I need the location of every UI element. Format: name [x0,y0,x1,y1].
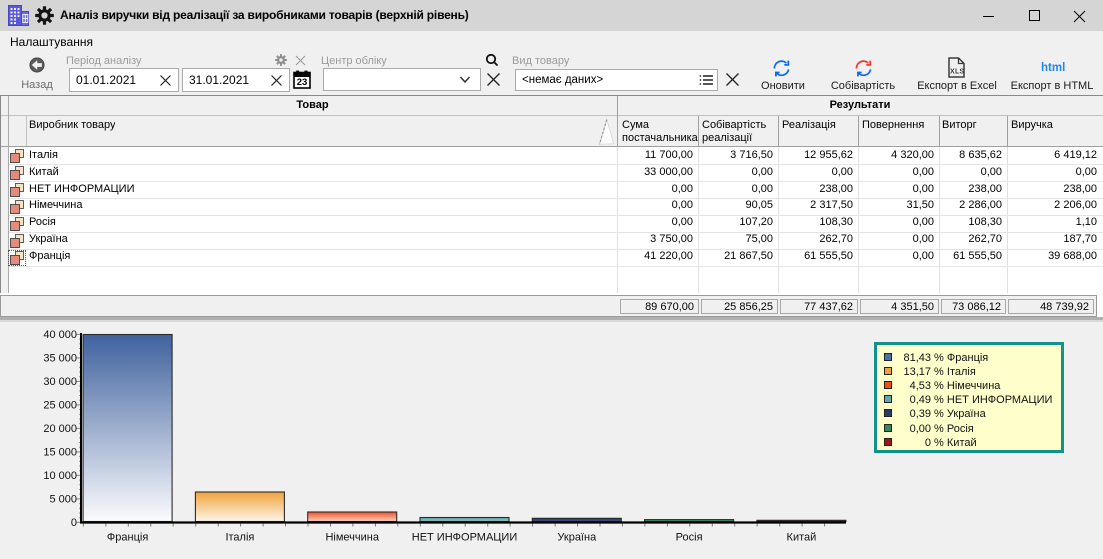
svg-text:20 000: 20 000 [43,423,77,435]
svg-text:Китай: Китай [787,532,817,544]
svg-text:30 000: 30 000 [43,376,77,388]
svg-text:35 000: 35 000 [43,353,77,365]
svg-text:Росія: Росія [676,532,703,544]
svg-text:15 000: 15 000 [43,447,77,459]
svg-text:Німеччина: Німеччина [325,532,379,544]
svg-text:10 000: 10 000 [43,470,77,482]
svg-text:НЕТ ИНФОРМАЦИИ: НЕТ ИНФОРМАЦИИ [412,532,518,544]
svg-text:XLS: XLS [950,69,965,76]
svg-text:0: 0 [71,517,77,529]
svg-text:5 000: 5 000 [49,494,77,506]
svg-text:25 000: 25 000 [43,400,77,412]
svg-text:Франція: Франція [107,532,148,544]
svg-text:23: 23 [297,77,308,88]
svg-text:Україна: Україна [557,532,597,544]
svg-text:Італія: Італія [225,532,254,544]
svg-text:40 000: 40 000 [43,329,77,341]
